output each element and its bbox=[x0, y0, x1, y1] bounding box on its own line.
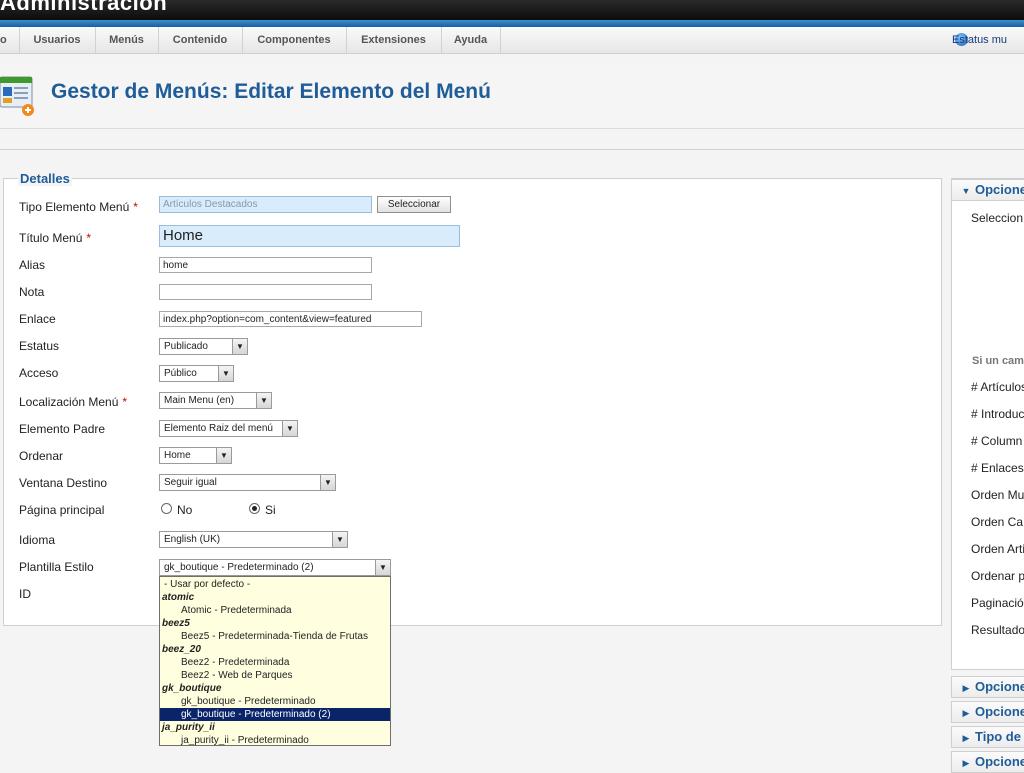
alias-label: Alias bbox=[19, 258, 46, 272]
menu-item-site[interactable]: o bbox=[0, 27, 20, 53]
options-field-label: # Enlaces bbox=[971, 461, 1024, 475]
dropdown-option[interactable]: gk_boutique - Predeterminado bbox=[160, 695, 390, 708]
options-field-label: Orden Mu bbox=[971, 488, 1024, 502]
note-label: Nota bbox=[19, 285, 45, 299]
select-type-button[interactable]: Seleccionar bbox=[377, 196, 451, 213]
options-accordion-header[interactable]: ▼ Opcione bbox=[951, 179, 1024, 201]
accordion-header-collapsed[interactable]: ▶ Opcione bbox=[951, 701, 1024, 723]
chevron-down-icon: ▼ bbox=[256, 393, 271, 408]
main-menubar: o Usuarios Menús Contenido Componentes E… bbox=[0, 27, 1024, 54]
dropdown-option[interactable]: gk_boutique - Predeterminado (2) bbox=[160, 708, 390, 721]
chevron-down-icon: ▼ bbox=[218, 366, 233, 381]
alias-input[interactable]: home bbox=[159, 257, 372, 273]
home-yes-radio[interactable] bbox=[249, 503, 260, 514]
triangle-right-icon: ▶ bbox=[962, 683, 970, 693]
language-label: Idioma bbox=[19, 533, 56, 547]
language-select[interactable]: English (UK) ▼ bbox=[159, 531, 348, 548]
chevron-down-icon: ▼ bbox=[375, 560, 390, 575]
divider bbox=[0, 149, 1024, 150]
status-link[interactable]: Estatus mu bbox=[952, 27, 1024, 53]
page-header: Gestor de Menús: Editar Elemento del Men… bbox=[0, 62, 1024, 129]
ordering-select[interactable]: Home ▼ bbox=[159, 447, 232, 464]
dropdown-option[interactable]: ja_purity_ii - Predeterminado bbox=[160, 734, 390, 745]
link-input[interactable]: index.php?option=com_content&view=featur… bbox=[159, 311, 422, 327]
options-field-label: Orden Arti bbox=[971, 542, 1024, 556]
template-style-label: Plantilla Estilo bbox=[19, 560, 94, 574]
menu-item-help[interactable]: Ayuda bbox=[441, 27, 501, 53]
link-label: Enlace bbox=[19, 312, 56, 326]
options-field-label: Paginació bbox=[971, 596, 1024, 610]
home-no-radio[interactable] bbox=[161, 503, 172, 514]
menu-title-input[interactable]: Home bbox=[159, 225, 460, 247]
options-field-label: Ordenar p bbox=[971, 569, 1024, 583]
id-label: ID bbox=[19, 587, 31, 601]
option-group-label: gk_boutique bbox=[162, 683, 222, 694]
home-no-label: No bbox=[177, 503, 193, 517]
ordering-label: Ordenar bbox=[19, 449, 64, 463]
brand-title: Administración bbox=[0, 0, 168, 15]
details-fieldset: Detalles bbox=[3, 171, 942, 626]
options-field-label: # Artículos bbox=[971, 380, 1024, 394]
parent-label: Elemento Padre bbox=[19, 422, 106, 436]
options-field-label: # Column bbox=[971, 434, 1023, 448]
type-label: Tipo Elemento Menú * bbox=[19, 200, 138, 214]
chevron-down-icon: ▼ bbox=[282, 421, 297, 436]
triangle-right-icon: ▶ bbox=[962, 758, 970, 768]
target-window-select[interactable]: Seguir igual ▼ bbox=[159, 474, 336, 491]
options-field-label: # Introduc bbox=[971, 407, 1024, 421]
options-field-label: Orden Ca bbox=[971, 515, 1024, 529]
options-field-label: Resultado bbox=[971, 623, 1024, 637]
dropdown-option[interactable]: Beez5 - Predeterminada-Tienda de Frutas bbox=[160, 630, 390, 643]
option-group-label: beez5 bbox=[162, 618, 190, 629]
triangle-down-icon: ▼ bbox=[961, 186, 971, 196]
template-style-select[interactable]: gk_boutique - Predeterminado (2) ▼ bbox=[159, 559, 391, 576]
title-label: Título Menú * bbox=[19, 231, 92, 245]
menu-item-components[interactable]: Componentes bbox=[242, 27, 347, 53]
dropdown-option[interactable]: - Usar por defecto - bbox=[160, 578, 390, 591]
accordion-header-collapsed[interactable]: ▶ Tipo de bbox=[951, 726, 1024, 748]
chevron-down-icon: ▼ bbox=[320, 475, 335, 490]
option-group-label: beez_20 bbox=[162, 644, 201, 655]
chevron-down-icon: ▼ bbox=[216, 448, 231, 463]
chevron-down-icon: ▼ bbox=[232, 339, 247, 354]
menu-item-menus[interactable]: Menús bbox=[95, 27, 159, 53]
details-legend: Detalles bbox=[18, 171, 72, 186]
chevron-down-icon: ▼ bbox=[332, 532, 347, 547]
parent-item-select[interactable]: Elemento Raiz del menú ▼ bbox=[159, 420, 298, 437]
template-style-dropdown[interactable]: - Usar por defecto - atomic Atomic - Prede… bbox=[159, 576, 391, 746]
menu-location-label: Localización Menú * bbox=[19, 395, 128, 409]
menu-manager-icon bbox=[0, 74, 36, 116]
status-select[interactable]: Publicado ▼ bbox=[159, 338, 248, 355]
access-select[interactable]: Público ▼ bbox=[159, 365, 234, 382]
home-yes-label: Si bbox=[265, 503, 276, 517]
menu-item-content[interactable]: Contenido bbox=[158, 27, 243, 53]
note-input[interactable] bbox=[159, 284, 372, 300]
accordion-header-collapsed[interactable]: ▶ Opcione bbox=[951, 676, 1024, 698]
dropdown-option[interactable]: Beez2 - Predeterminada bbox=[160, 656, 390, 669]
home-page-label: Página principal bbox=[19, 503, 105, 517]
option-group-label: atomic bbox=[162, 592, 195, 603]
top-header: Administración bbox=[0, 0, 1024, 20]
menu-item-users[interactable]: Usuarios bbox=[19, 27, 96, 53]
status-label: Estatus bbox=[19, 339, 60, 353]
page-title: Gestor de Menús: Editar Elemento del Men… bbox=[51, 80, 491, 103]
target-window-label: Ventana Destino bbox=[19, 476, 108, 490]
dropdown-option[interactable]: Atomic - Predeterminada bbox=[160, 604, 390, 617]
triangle-right-icon: ▶ bbox=[962, 733, 970, 743]
options-field-label: Seleccion bbox=[971, 211, 1024, 225]
header-stripe bbox=[0, 20, 1024, 27]
menu-item-extensions[interactable]: Extensiones bbox=[346, 27, 442, 53]
accordion-header-collapsed[interactable]: ▶ Opcione bbox=[951, 751, 1024, 773]
menu-location-select[interactable]: Main Menu (en) ▼ bbox=[159, 392, 272, 409]
access-label: Acceso bbox=[19, 366, 59, 380]
option-group-label: ja_purity_ii bbox=[162, 722, 215, 733]
dropdown-option[interactable]: Beez2 - Web de Parques bbox=[160, 669, 390, 682]
menu-item-type-field: Artículos Destacados bbox=[159, 196, 372, 213]
triangle-right-icon: ▶ bbox=[962, 708, 970, 718]
options-field-label: Si un cam bbox=[972, 355, 1024, 367]
